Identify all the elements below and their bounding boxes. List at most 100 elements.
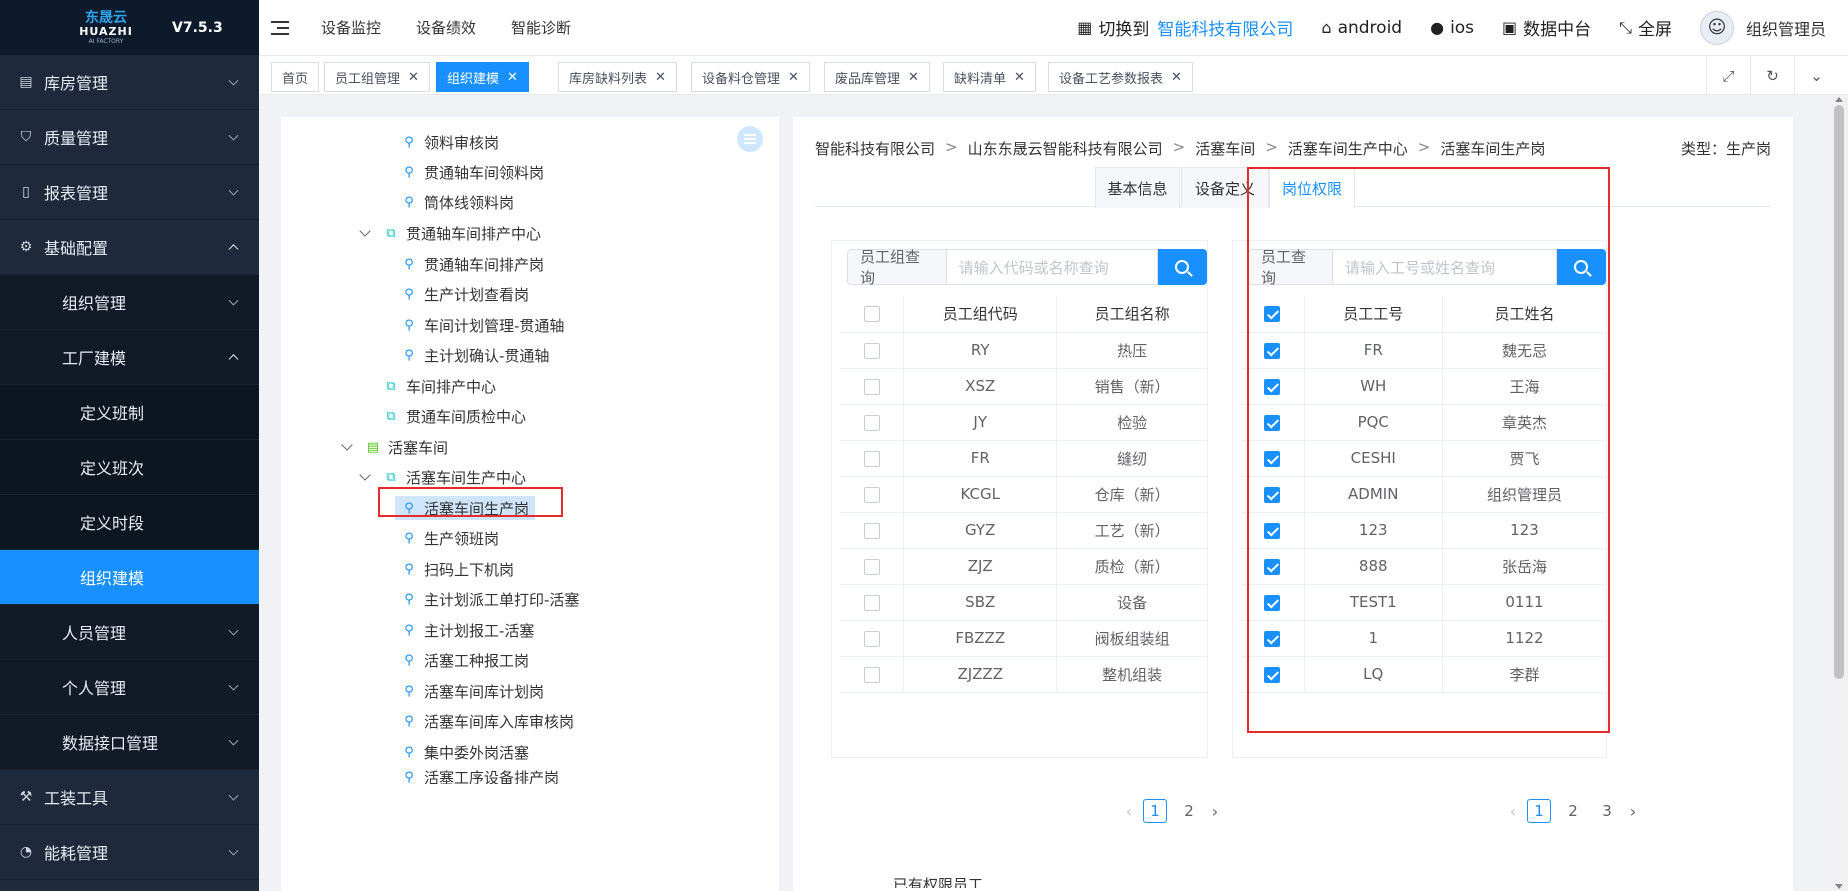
sidebar-item-warehouse[interactable]: ▤ 库房管理 xyxy=(0,55,259,110)
row-checkbox[interactable] xyxy=(840,656,904,693)
sidebar-item-personal[interactable]: 个人管理 xyxy=(0,660,259,715)
sidebar-item-define-shift[interactable]: 定义班次 xyxy=(0,440,259,495)
tree-node[interactable]: ⚲ 活塞工种报工岗 xyxy=(401,648,529,672)
tree-node[interactable]: ⚲ 筒体线领料岗 xyxy=(401,190,514,214)
vertical-scrollbar[interactable] xyxy=(1830,95,1848,891)
tree-node[interactable]: ⚲ 主计划派工单打印-活塞 xyxy=(401,587,579,611)
fullscreen-button[interactable]: ⤡ 全屏 xyxy=(1619,15,1672,41)
prev-page-icon[interactable]: ‹ xyxy=(1120,802,1138,821)
close-icon[interactable]: ✕ xyxy=(908,70,919,85)
table-row[interactable]: ZJZ 质检（新） xyxy=(840,548,1207,585)
row-checkbox[interactable] xyxy=(840,440,904,477)
tree-node[interactable]: ⧉ 车间排产中心 xyxy=(383,374,496,398)
scroll-up-icon[interactable] xyxy=(1835,97,1843,102)
row-checkbox[interactable] xyxy=(840,404,904,441)
scrollbar-thumb[interactable] xyxy=(1834,105,1844,679)
table-row[interactable]: KCGL 仓库（新） xyxy=(840,476,1207,513)
close-icon[interactable]: ✕ xyxy=(655,70,666,85)
breadcrumb-item[interactable]: 山东东晟云智能科技有限公司 xyxy=(968,138,1163,159)
tab-scrap-warehouse[interactable]: 废品库管理 ✕ xyxy=(824,62,930,92)
chevron-down-icon[interactable]: ⌄ xyxy=(1794,56,1838,95)
group-search-button[interactable] xyxy=(1157,249,1207,285)
next-page-icon[interactable]: › xyxy=(1624,802,1642,821)
tab-employee-group[interactable]: 员工组管理 ✕ xyxy=(324,62,430,92)
row-checkbox[interactable] xyxy=(840,332,904,369)
page-number[interactable]: 1 xyxy=(1527,799,1551,823)
group-search-input[interactable]: 请输入代码或名称查询 xyxy=(945,249,1158,285)
sidebar-item-org-management[interactable]: 组织管理 xyxy=(0,275,259,330)
menu-fold-icon[interactable] xyxy=(271,20,289,35)
sidebar-item-define-period[interactable]: 定义时段 xyxy=(0,495,259,550)
tree-node[interactable]: ⚲ 扫码上下机岗 xyxy=(401,557,514,581)
tree-node[interactable]: ⚲ 活塞车间库入库审核岗 xyxy=(401,709,574,733)
tab-basic-info[interactable]: 基本信息 xyxy=(1095,167,1180,208)
table-row[interactable]: XSZ 销售（新） xyxy=(840,368,1207,405)
row-checkbox[interactable] xyxy=(840,368,904,405)
tab-device-silo[interactable]: 设备料仓管理 ✕ xyxy=(691,62,810,92)
tree-node[interactable]: ⚲ 活塞车间库计划岗 xyxy=(401,679,544,703)
breadcrumb-item[interactable]: 活塞车间 xyxy=(1195,138,1255,159)
tree-node[interactable]: ▤ 活塞车间 xyxy=(365,435,448,459)
switch-company[interactable]: ▦ 切换到 智能科技有限公司 xyxy=(1077,15,1293,40)
android-link[interactable]: ⌂ android xyxy=(1321,18,1402,38)
page-number[interactable]: 2 xyxy=(1177,799,1201,823)
table-row[interactable]: ZJZZZ 整机组装 xyxy=(840,656,1207,693)
refresh-icon[interactable]: ↻ xyxy=(1750,56,1794,95)
sidebar-item-factory-modeling[interactable]: 工厂建模 xyxy=(0,330,259,385)
table-row[interactable]: GYZ 工艺（新） xyxy=(840,512,1207,549)
tree-node[interactable]: ⧉ 活塞车间生产中心 xyxy=(383,465,526,489)
tab-home[interactable]: 首页 xyxy=(271,62,320,92)
sidebar-item-base-config[interactable]: ⚙ 基础配置 xyxy=(0,220,259,275)
tree-node[interactable]: ⚲ 生产计划查看岗 xyxy=(401,282,529,306)
sidebar-item-quality[interactable]: ⛉ 质量管理 xyxy=(0,110,259,165)
breadcrumb-item[interactable]: 活塞车间生产岗 xyxy=(1440,138,1545,159)
expand-icon[interactable]: ⤢ xyxy=(1706,56,1750,95)
table-row[interactable]: JY 检验 xyxy=(840,404,1207,441)
next-page-icon[interactable]: › xyxy=(1206,802,1224,821)
page-number[interactable]: 1 xyxy=(1143,799,1167,823)
page-number[interactable]: 3 xyxy=(1595,799,1619,823)
scroll-down-icon[interactable] xyxy=(1835,884,1843,889)
tab-process-param-report[interactable]: 设备工艺参数报表 ✕ xyxy=(1048,62,1193,92)
prev-page-icon[interactable]: ‹ xyxy=(1504,802,1522,821)
company-link[interactable]: 智能科技有限公司 xyxy=(1157,15,1293,40)
nav-device-performance[interactable]: 设备绩效 xyxy=(416,17,476,38)
nav-smart-diagnosis[interactable]: 智能诊断 xyxy=(511,17,571,38)
close-icon[interactable]: ✕ xyxy=(788,70,799,85)
table-row[interactable]: FBZZZ 阀板组装组 xyxy=(840,620,1207,657)
row-checkbox[interactable] xyxy=(840,476,904,513)
table-row[interactable]: FR 缝纫 xyxy=(840,440,1207,477)
sidebar-item-org-modeling[interactable]: 组织建模 xyxy=(0,550,259,605)
nav-device-monitor[interactable]: 设备监控 xyxy=(321,17,381,38)
close-icon[interactable]: ✕ xyxy=(408,70,419,85)
row-checkbox[interactable] xyxy=(840,548,904,585)
tree-node[interactable]: ⚲ 车间计划管理-贯通轴 xyxy=(401,313,564,337)
close-icon[interactable]: ✕ xyxy=(1171,70,1182,85)
row-checkbox[interactable] xyxy=(840,620,904,657)
tab-shortage-list[interactable]: 缺料清单 ✕ xyxy=(943,62,1036,92)
sidebar-item-personnel[interactable]: 人员管理 xyxy=(0,605,259,660)
page-number[interactable]: 2 xyxy=(1561,799,1585,823)
tree-node[interactable]: ⚲ 集中委外岗活塞 xyxy=(401,740,529,764)
breadcrumb-item[interactable]: 智能科技有限公司 xyxy=(815,138,935,159)
tree-node[interactable]: ⧉ 贯通车间质检中心 xyxy=(383,404,526,428)
tree-node[interactable]: ⧉ 贯通轴车间排产中心 xyxy=(383,221,541,245)
tab-warehouse-shortage[interactable]: 库房缺料列表 ✕ xyxy=(558,62,677,92)
sidebar-item-tooling[interactable]: ⚒ 工装工具 xyxy=(0,770,259,825)
username[interactable]: 组织管理员 xyxy=(1746,16,1826,40)
tree-node[interactable]: ⚲ 活塞工序设备排产岗 xyxy=(401,770,559,784)
data-center-link[interactable]: ▣ 数据中台 xyxy=(1502,15,1591,40)
sidebar-item-define-shift-system[interactable]: 定义班制 xyxy=(0,385,259,440)
row-checkbox[interactable] xyxy=(840,512,904,549)
close-icon[interactable]: ✕ xyxy=(507,70,518,85)
row-checkbox[interactable] xyxy=(840,584,904,621)
tree-node[interactable]: ⚲ 领料审核岗 xyxy=(401,130,499,154)
sidebar-item-energy[interactable]: ◔ 能耗管理 xyxy=(0,825,259,880)
table-row[interactable]: RY 热压 xyxy=(840,332,1207,369)
tree-node[interactable]: ⚲ 主计划确认-贯通轴 xyxy=(401,343,549,367)
collapse-tree-icon[interactable] xyxy=(737,126,763,152)
close-icon[interactable]: ✕ xyxy=(1014,70,1025,85)
table-row[interactable]: SBZ 设备 xyxy=(840,584,1207,621)
sidebar-item-reports[interactable]: ▯ 报表管理 xyxy=(0,165,259,220)
breadcrumb-item[interactable]: 活塞车间生产中心 xyxy=(1288,138,1408,159)
